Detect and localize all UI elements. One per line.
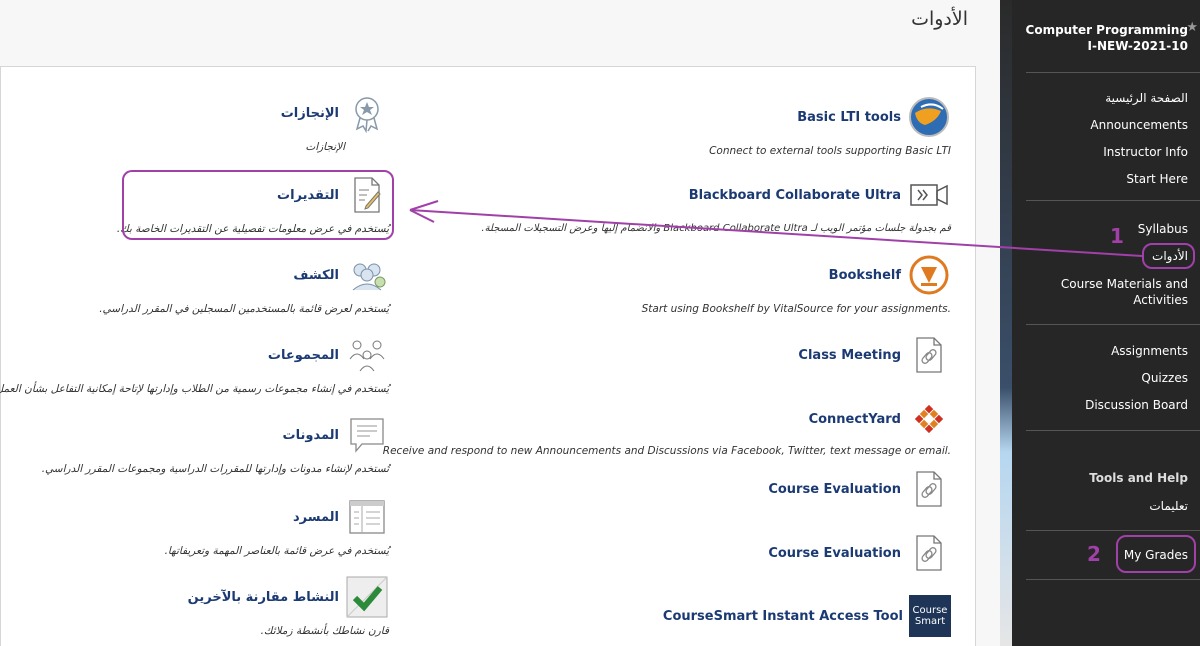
tool-name[interactable]: Course Evaluation [768,482,901,497]
nav-item-announcements[interactable]: Announcements [1018,117,1188,133]
nav-item-course-materials[interactable]: Course Materials and Activities [1018,276,1188,308]
tool-name[interactable]: النشاط مقارنة بالآخرين [188,590,339,605]
tool-name[interactable]: الكشف [293,268,339,283]
app-window: الأدوات Basic LTI tools Connect to exter… [0,0,1200,646]
star-icon[interactable]: ★ [1186,20,1198,35]
video-camera-icon [907,173,951,217]
roster-icon [345,253,389,297]
tool-coursesmart[interactable]: Course Smart CourseSmart Instant Access … [663,595,951,637]
bookshelf-icon [907,253,951,297]
coursesmart-icon: Course Smart [909,595,951,637]
tool-desc: يُستخدم في إنشاء مجموعات رسمية من الطلاب… [0,383,389,395]
achievement-badge-icon [345,91,389,135]
link-document-icon [907,333,951,377]
globe-icon [907,95,951,139]
nav-item-assignments[interactable]: Assignments [1018,343,1188,359]
connectyard-icon [907,397,951,441]
annotation-box-my-grades [1116,535,1196,573]
glossary-icon [345,495,389,539]
link-document-icon [907,531,951,575]
tool-desc: الإنجازات [305,141,345,153]
nav-item-instructor-info[interactable]: Instructor Info [1018,144,1188,160]
nav-heading-tools-help: Tools and Help [1089,471,1188,485]
tool-desc: تُستخدم لإنشاء مدونات وإدارتها للمقررات … [41,463,389,475]
tool-desc: يُستخدم في عرض قائمة بالعناصر المهمة وتع… [164,545,389,557]
tool-name[interactable]: Bookshelf [829,268,901,283]
tool-name[interactable]: ConnectYard [809,412,901,427]
tool-course-evaluation[interactable]: Course Evaluation [768,531,951,575]
activity-check-icon [345,575,389,619]
tool-desc: قارن نشاطك بأنشطة زملائك. [260,625,389,637]
tool-achievements[interactable]: الإنجازات الإنجازات [281,91,389,153]
tool-glossary[interactable]: المسرد يُستخدم في عرض قائمة بالعناصر الم… [165,495,389,557]
tool-name[interactable]: المسرد [293,510,339,525]
tool-desc: .Receive and respond to new Announcement… [382,445,951,457]
tool-course-evaluation[interactable]: Course Evaluation [768,467,951,511]
tool-name[interactable]: المجموعات [268,348,339,363]
nav-divider [1026,430,1200,431]
tool-name[interactable]: Class Meeting [798,348,901,363]
page-title: الأدوات [911,8,968,30]
tool-name[interactable]: CourseSmart Instant Access Tool [663,609,903,624]
tool-name[interactable]: المدونات [283,428,339,443]
nav-divider [1026,200,1200,201]
annotation-box-tools [1142,243,1195,269]
tool-name[interactable]: الإنجازات [281,106,339,121]
annotation-box-grades [122,170,394,240]
tool-name[interactable]: Blackboard Collaborate Ultra [689,188,901,203]
tool-bookshelf[interactable]: Bookshelf .Start using Bookshelf by Vita… [642,253,951,315]
tool-roster[interactable]: الكشف يُستخدم لعرض قائمة بالمستخدمين الم… [99,253,389,315]
tool-basic-lti[interactable]: Basic LTI tools Connect to external tool… [709,95,951,157]
tool-desc: .Start using Bookshelf by VitalSource fo… [641,303,951,315]
tool-name[interactable]: Course Evaluation [768,546,901,561]
tool-desc: يُستخدم لعرض قائمة بالمستخدمين المسجلين … [99,303,389,315]
tool-class-meeting[interactable]: Class Meeting [798,333,951,377]
nav-item-help[interactable]: تعليمات [1018,498,1188,514]
tool-connectyard[interactable]: ConnectYard .Receive and respond to new … [383,397,951,457]
sidebar-edge [1000,0,1012,646]
tool-desc: Connect to external tools supporting Bas… [709,145,951,157]
nav-divider [1026,579,1200,580]
nav-item-start-here[interactable]: Start Here [1018,171,1188,187]
tools-panel: Basic LTI tools Connect to external tool… [0,66,976,646]
annotation-number-2: 2 [1087,542,1101,566]
tool-desc: قم بجدولة جلسات مؤتمر الويب لـ Blackboar… [481,223,951,234]
course-title[interactable]: Computer Programming I-NEW-2021-10 [1018,22,1188,54]
main-content: الأدوات Basic LTI tools Connect to exter… [0,0,1000,646]
tool-activity-compare[interactable]: النشاط مقارنة بالآخرين قارن نشاطك بأنشطة… [188,575,389,637]
blog-icon [345,413,389,457]
nav-divider [1026,530,1200,531]
annotation-number-1: 1 [1110,224,1124,248]
groups-icon [345,333,389,377]
nav-item-home[interactable]: الصفحة الرئيسية [1018,90,1188,106]
tool-name[interactable]: Basic LTI tools [797,110,901,125]
nav-item-discussion-board[interactable]: Discussion Board [1018,397,1188,413]
nav-divider [1026,72,1200,73]
nav-item-syllabus[interactable]: Syllabus [1018,221,1188,237]
nav-item-quizzes[interactable]: Quizzes [1018,370,1188,386]
tool-groups[interactable]: المجموعات يُستخدم في إنشاء مجموعات رسمية… [0,333,389,395]
link-document-icon [907,467,951,511]
tool-blogs[interactable]: المدونات تُستخدم لإنشاء مدونات وإدارتها … [42,413,389,475]
tool-collaborate[interactable]: Blackboard Collaborate Ultra قم بجدولة ج… [481,173,951,234]
nav-divider [1026,324,1200,325]
